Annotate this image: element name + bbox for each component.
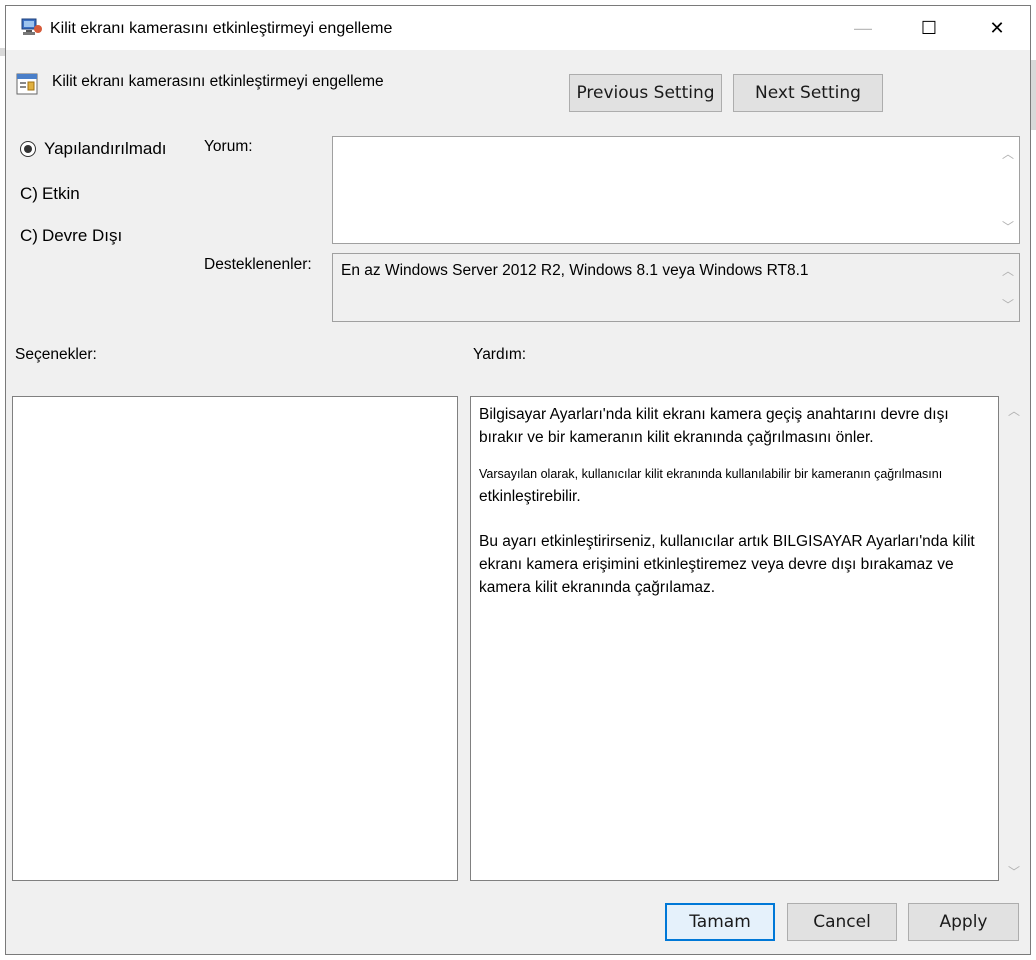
supported-field: En az Windows Server 2012 R2, Windows 8.… xyxy=(332,253,1020,322)
chevron-up-icon: ︿ xyxy=(1001,147,1014,161)
comment-label: Yorum: xyxy=(204,138,253,155)
help-paragraph: Bilgisayar Ayarları'nda kilit ekranı kam… xyxy=(479,406,949,446)
close-button[interactable]: ✕ xyxy=(974,6,1020,50)
options-panel xyxy=(12,396,458,881)
supported-value: En az Windows Server 2012 R2, Windows 8.… xyxy=(341,262,809,279)
comment-scrollbar[interactable]: ︿ ﹀ xyxy=(997,137,1019,243)
policy-dialog: Kilit ekranı kamerasını etkinleştirmeyi … xyxy=(5,5,1031,955)
help-paragraph: Bu ayarı etkinleştirirseniz, kullanıcıla… xyxy=(479,533,975,596)
radio-selected-icon xyxy=(20,141,36,157)
chevron-down-icon: ﹀ xyxy=(1001,298,1014,312)
maximize-button[interactable]: ☐ xyxy=(906,6,952,50)
help-panel: Bilgisayar Ayarları'nda kilit ekranı kam… xyxy=(470,396,999,881)
apply-button[interactable]: Apply xyxy=(908,903,1019,941)
chevron-down-icon: ﹀ xyxy=(1001,220,1014,234)
policy-setting-icon xyxy=(16,72,38,96)
radio-enabled[interactable]: C) Etkin xyxy=(20,184,80,204)
help-label: Yardım: xyxy=(473,346,527,363)
title-bar: Kilit ekranı kamerasını etkinleştirmeyi … xyxy=(6,6,1030,50)
help-paragraph: etkinleştirebilir. xyxy=(479,488,581,505)
radio-label: Etkin xyxy=(41,184,80,203)
cancel-button[interactable]: Cancel xyxy=(787,903,897,941)
chevron-up-icon: ︿ xyxy=(1001,264,1014,278)
chevron-up-icon: ︿ xyxy=(1007,404,1020,418)
help-paragraph: Varsayılan olarak, kullanıcılar kilit ek… xyxy=(479,467,943,481)
policy-title: Kilit ekranı kamerasını etkinleştirmeyi … xyxy=(52,73,384,90)
supported-label: Desteklenenler: xyxy=(204,256,312,273)
chevron-down-icon: ﹀ xyxy=(1007,865,1020,879)
close-icon: ✕ xyxy=(989,17,1005,38)
minimize-button[interactable]: — xyxy=(840,6,886,50)
help-scrollbar[interactable]: ︿ ﹀ xyxy=(1004,402,1024,880)
minimize-icon: — xyxy=(854,17,872,38)
maximize-icon: ☐ xyxy=(920,17,938,38)
supported-scrollbar[interactable]: ︿ ﹀ xyxy=(997,254,1019,321)
comment-field[interactable]: ︿ ﹀ xyxy=(332,136,1020,244)
previous-setting-button[interactable]: Previous Setting xyxy=(569,74,722,112)
radio-not-configured[interactable]: Yapılandırılmadı xyxy=(20,139,167,159)
next-setting-button[interactable]: Next Setting xyxy=(733,74,883,112)
ok-button[interactable]: Tamam xyxy=(665,903,775,941)
policy-computer-icon xyxy=(20,18,44,38)
options-label: Seçenekler: xyxy=(15,346,97,363)
window-title: Kilit ekranı kamerasını etkinleştirmeyi … xyxy=(50,20,393,37)
radio-prefix: C) xyxy=(20,184,38,203)
radio-disabled[interactable]: C) Devre Dışı xyxy=(20,226,122,246)
radio-label: Devre Dışı xyxy=(41,226,123,245)
radio-prefix: C) xyxy=(20,226,38,245)
radio-label: Yapılandırılmadı xyxy=(44,139,167,158)
